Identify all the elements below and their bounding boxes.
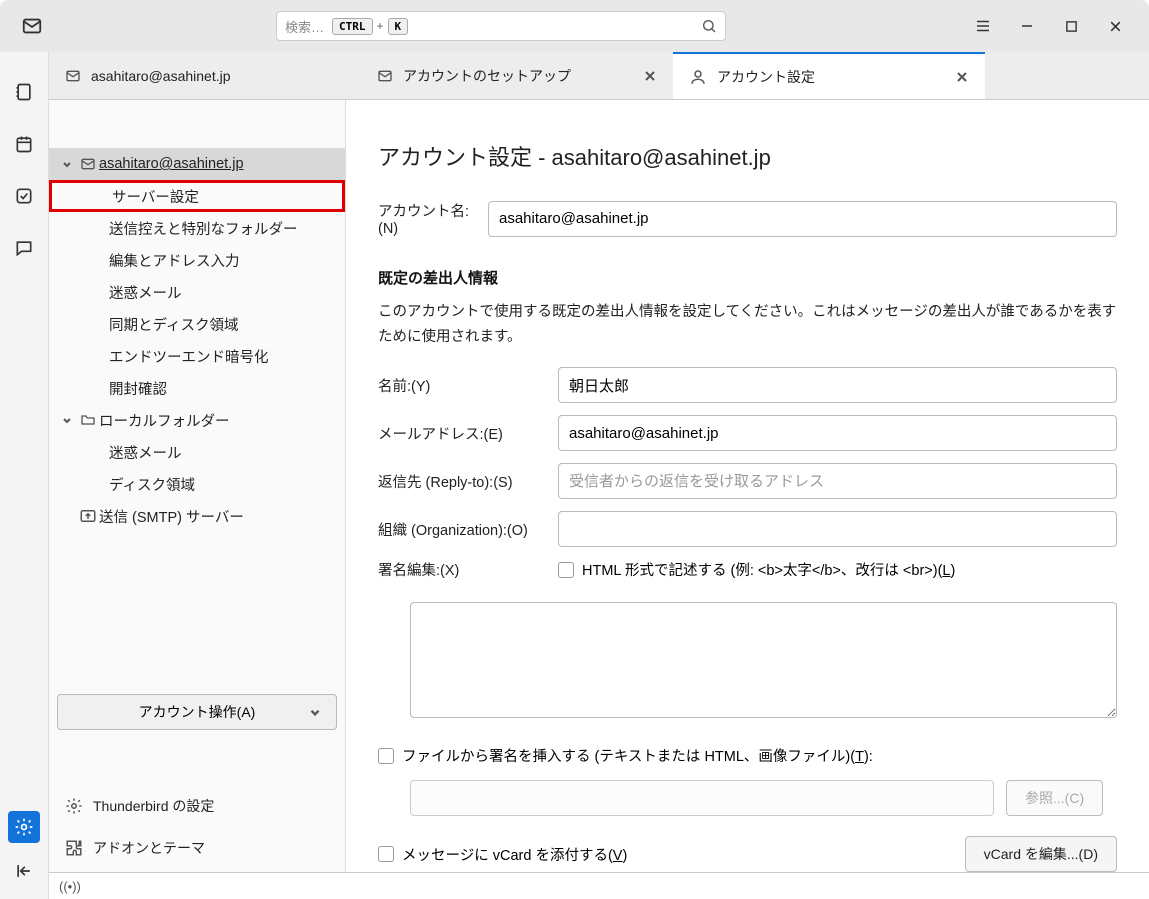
edit-vcard-button[interactable]: vCard を編集...(D) [965, 836, 1117, 872]
tree-account-root[interactable]: asahitaro@asahinet.jp [49, 148, 345, 180]
email-input[interactable] [558, 415, 1117, 451]
tree-receipts[interactable]: 開封確認 [49, 372, 345, 404]
tab-bar: asahitaro@asahinet.jp アカウントのセットアップ アカウント… [49, 52, 1149, 100]
name-input[interactable] [558, 367, 1117, 403]
tab-mail-account[interactable]: asahitaro@asahinet.jp [49, 52, 361, 99]
account-name-input[interactable] [488, 201, 1117, 237]
spaces-addressbook-icon[interactable] [8, 76, 40, 108]
account-tree-sidebar: asahitaro@asahinet.jp サーバー設定 送信控えと特別なフォル… [49, 100, 346, 872]
vcard-checkbox[interactable] [378, 846, 394, 862]
tree-junk[interactable]: 迷惑メール [49, 276, 345, 308]
tree-e2e[interactable]: エンドツーエンド暗号化 [49, 340, 345, 372]
replyto-input[interactable] [558, 463, 1117, 499]
mail-account-icon [77, 156, 99, 172]
html-signature-label: HTML 形式で記述する (例: <b>太字</b>、改行は <br>)(L) [582, 559, 955, 580]
tree-local-junk[interactable]: 迷惑メール [49, 436, 345, 468]
tab-account-settings[interactable]: アカウント設定 [673, 52, 985, 99]
search-icon [701, 18, 717, 34]
window-close-button[interactable] [1105, 16, 1125, 36]
browse-button[interactable]: 参照...(C) [1006, 780, 1103, 816]
identity-description: このアカウントで使用する既定の差出人情報を設定してください。これはメッセージの差… [378, 300, 1117, 349]
tree-smtp[interactable]: 送信 (SMTP) サーバー [49, 500, 345, 532]
spaces-calendar-icon[interactable] [8, 128, 40, 160]
tree-copies-folders[interactable]: 送信控えと特別なフォルダー [49, 212, 345, 244]
gear-icon [65, 797, 83, 815]
tree-server-settings[interactable]: サーバー設定 [49, 180, 345, 212]
replyto-label: 返信先 (Reply-to):(S) [378, 471, 558, 492]
page-title: アカウント設定 - asahitaro@asahinet.jp [378, 140, 1117, 172]
tree-sync-disk[interactable]: 同期とディスク領域 [49, 308, 345, 340]
mail-icon [377, 68, 393, 84]
tab-label: アカウント設定 [717, 67, 815, 87]
addons-link[interactable]: アドオンとテーマ [57, 832, 337, 864]
file-signature-checkbox[interactable] [378, 748, 394, 764]
kbd-k: K [388, 18, 409, 35]
global-search[interactable]: 検索… CTRL + K [276, 11, 726, 41]
chevron-down-icon [57, 414, 77, 426]
outgoing-icon [77, 507, 99, 525]
tree-account-label: asahitaro@asahinet.jp [99, 156, 244, 172]
window-minimize-button[interactable] [1017, 16, 1037, 36]
tab-label: アカウントのセットアップ [403, 66, 571, 86]
puzzle-icon [65, 839, 83, 857]
tab-account-setup[interactable]: アカウントのセットアップ [361, 52, 673, 99]
hamburger-menu-icon[interactable] [973, 16, 993, 36]
thunderbird-settings-link[interactable]: Thunderbird の設定 [57, 790, 337, 822]
file-signature-label: ファイルから署名を挿入する (テキストまたは HTML、画像ファイル)(T): [402, 745, 873, 766]
org-input[interactable] [558, 511, 1117, 547]
tab-label: asahitaro@asahinet.jp [91, 68, 231, 84]
spaces-tasks-icon[interactable] [8, 180, 40, 212]
tree-local-folders[interactable]: ローカルフォルダー [49, 404, 345, 436]
window-maximize-button[interactable] [1061, 16, 1081, 36]
mail-icon [65, 68, 81, 84]
tree-composition[interactable]: 編集とアドレス入力 [49, 244, 345, 276]
folder-icon [77, 412, 99, 428]
titlebar: 検索… CTRL + K [0, 0, 1149, 52]
identity-heading: 既定の差出人情報 [378, 267, 1117, 288]
name-label: 名前:(Y) [378, 375, 558, 396]
chevron-down-icon [308, 705, 322, 719]
search-placeholder: 検索… [285, 17, 324, 36]
connection-icon: ((•)) [59, 879, 81, 894]
settings-pane: アカウント設定 - asahitaro@asahinet.jp アカウント名:(… [346, 100, 1149, 872]
status-bar: ((•)) [49, 872, 1149, 899]
signature-file-input[interactable] [410, 780, 994, 816]
spaces-settings-icon[interactable] [8, 811, 40, 843]
spaces-toolbar [0, 52, 49, 899]
tree-local-disk[interactable]: ディスク領域 [49, 468, 345, 500]
signature-label: 署名編集:(X) [378, 559, 558, 580]
spaces-chat-icon[interactable] [8, 232, 40, 264]
email-label: メールアドレス:(E) [378, 423, 558, 444]
account-settings-icon [689, 68, 707, 86]
kbd-ctrl: CTRL [332, 18, 373, 35]
account-name-label: アカウント名:(N) [378, 200, 488, 237]
app-mail-icon [21, 15, 43, 37]
org-label: 組織 (Organization):(O) [378, 519, 558, 540]
close-icon[interactable] [955, 70, 969, 84]
spaces-collapse-icon[interactable] [8, 855, 40, 887]
account-actions-button[interactable]: アカウント操作(A) [57, 694, 337, 730]
close-icon[interactable] [643, 69, 657, 83]
signature-textarea[interactable] [410, 602, 1117, 718]
chevron-down-icon [57, 158, 77, 170]
vcard-label: メッセージに vCard を添付する(V) [402, 844, 627, 865]
html-signature-checkbox[interactable] [558, 562, 574, 578]
